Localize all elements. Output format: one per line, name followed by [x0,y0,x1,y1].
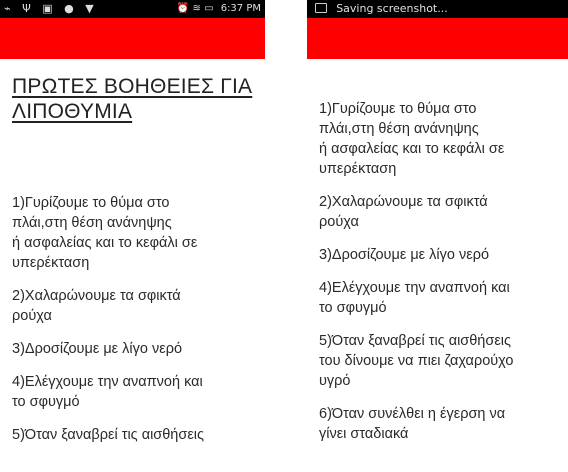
list-item: 1)Γυρίζουμε το θύμα στο πλάι,στη θέση αν… [319,101,505,177]
list-item: 4)Ελέγχουμε την αναπνοή και το σφυγμό [319,280,510,316]
right-phone-screen: Saving screenshot... 1)Γυρίζουμε το θύμα… [307,0,568,472]
status-bar: Saving screenshot... [307,0,568,18]
list-item: 3)Δροσίζουμε με λίγο νερό [319,247,490,263]
page-title: ΠΡΩΤΕΣ ΒΟΗΘΕΙΕΣ ΓΙΑ ΛΙΠΟΘΥΜΙΑ [12,75,253,123]
status-glyphs: ⏰ ≋ ▭ [176,3,214,14]
list-item: 4)Ελέγχουμε την αναπνοή και το σφυγμό [12,374,203,410]
screenshot-icon [315,3,327,13]
list-item: 3)Δροσίζουμε με λίγο νερό [12,341,183,357]
list-item: 5)Όταν ξαναβρεί τις αισθήσεις [12,427,204,443]
app-bar [0,18,265,59]
list-item: 1)Γυρίζουμε το θύμα στο πλάι,στη θέση αν… [12,195,198,271]
list-item: 2)Χαλαρώνουμε τα σφικτά ρούχα [319,194,488,230]
list-item: 2)Χαλαρώνουμε τα σφικτά ρούχα [12,288,181,324]
left-phone-screen: ⌁ Ψ ▣ ● ▼ ⏰ ≋ ▭ 6:37 PM ΠΡΩΤΕΣ ΒΟΗΘΕΙΕΣ … [0,0,265,472]
list-item: 5)Όταν ξαναβρεί τις αισθήσεις του δίνουμ… [319,333,514,389]
first-aid-steps-list: 1)Γυρίζουμε το θύμα στο πλάι,στη θέση αν… [12,193,262,458]
status-bar: ⌁ Ψ ▣ ● ▼ ⏰ ≋ ▭ 6:37 PM [0,0,265,18]
app-bar [307,18,568,59]
clock: 6:37 PM [220,3,261,14]
list-item: 6)Όταν συνέλθει η έγερση να γίνει σταδια… [319,406,506,442]
screenshot-notification: Saving screenshot... [336,2,448,15]
notification-icons: ⌁ Ψ ▣ ● ▼ [4,2,98,15]
system-status-icons: ⏰ ≋ ▭ 6:37 PM [173,0,261,18]
first-aid-steps-list[interactable]: 1)Γυρίζουμε το θύμα στο πλάι,στη θέση αν… [319,99,568,457]
